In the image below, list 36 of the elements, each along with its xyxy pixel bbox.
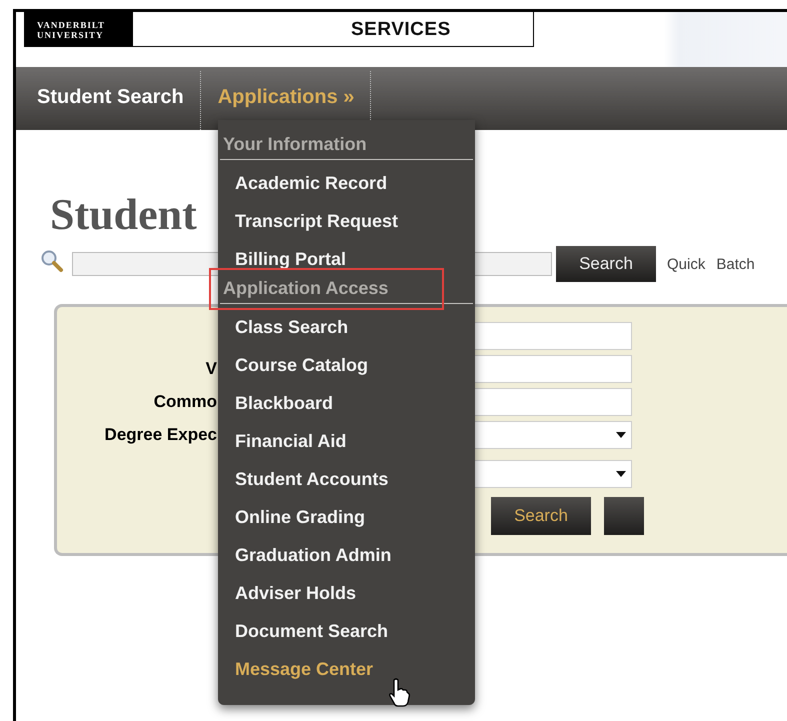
text-field[interactable] [474,322,632,350]
caret-icon [616,432,626,438]
menu-item[interactable]: Adviser Holds [218,574,475,612]
menu-section-heading: Application Access [223,278,388,298]
banner-text: SERVICES [351,19,451,42]
field-label: Commo [152,392,217,412]
clear-button[interactable] [604,497,644,535]
menu-item[interactable]: Course Catalog [218,346,475,384]
search-button[interactable]: Search [491,497,591,535]
menu-item[interactable]: Student Accounts [218,460,475,498]
menu-item[interactable]: Message Center [218,650,475,688]
page-title: Student [50,190,197,240]
menu-section-heading: Your Information [223,134,367,154]
search-button[interactable]: Search [556,246,656,282]
field-label: V [204,359,217,379]
search-icon [40,249,64,273]
search-mode-link[interactable]: Batch [716,256,755,272]
menu-item[interactable]: Transcript Request [218,202,475,240]
text-field[interactable] [474,388,632,416]
dropdown-field[interactable] [474,421,632,449]
university-logo: VANDERBILT UNIVERSITY [25,12,133,46]
field-label: Degree Expec [104,425,217,445]
search-mode-link[interactable]: Quick [667,256,706,272]
menu-item[interactable]: Graduation Admin [218,536,475,574]
menu-item[interactable]: Billing Portal [218,240,475,278]
nav-link[interactable]: Student Search [16,71,201,130]
menu-item[interactable]: Class Search [218,308,475,346]
menu-item[interactable]: Document Search [218,612,475,650]
caret-icon [616,471,626,477]
dropdown-field[interactable] [474,460,632,488]
menu-item[interactable]: Financial Aid [218,422,475,460]
text-field[interactable] [474,355,632,383]
menu-item[interactable]: Blackboard [218,384,475,422]
hand-cursor-icon [388,678,410,708]
menu-item[interactable]: Online Grading [218,498,475,536]
menu-item[interactable]: Academic Record [218,164,475,202]
